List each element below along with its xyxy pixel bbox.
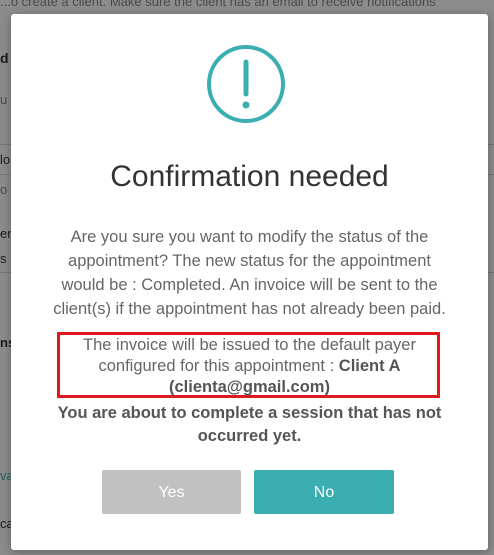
yes-button[interactable]: Yes	[102, 470, 241, 514]
dialog-title: Confirmation needed	[110, 160, 389, 193]
confirmation-dialog: Confirmation needed Are you sure you wan…	[11, 14, 488, 550]
no-button[interactable]: No	[254, 470, 394, 514]
dialog-warning: You are about to complete a session that…	[57, 404, 442, 445]
dialog-message: Are you sure you want to modify the stat…	[53, 228, 446, 318]
invoice-payer-message: The invoice will be issued to the defaul…	[51, 335, 448, 398]
exclamation-circle-icon	[206, 44, 286, 124]
